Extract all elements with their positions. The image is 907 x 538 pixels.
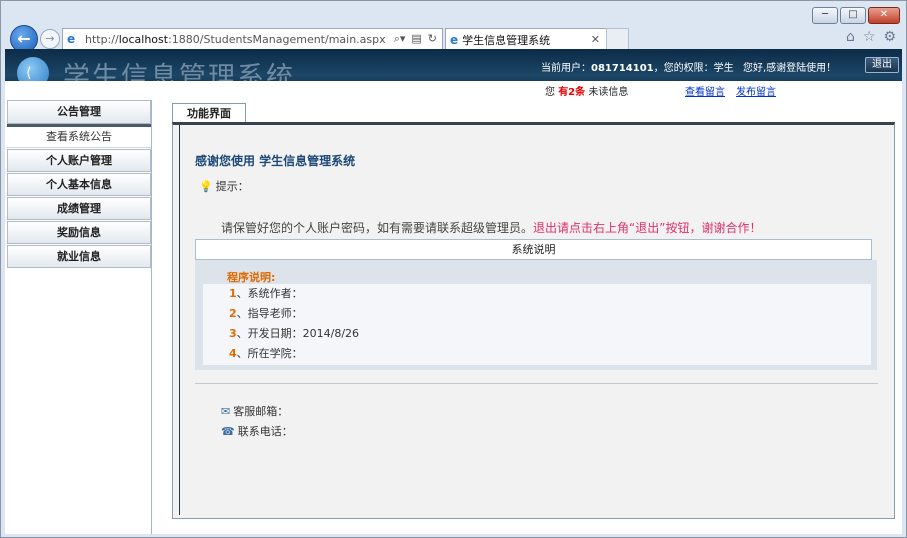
- list-item: 4、所在学院：: [203, 344, 871, 364]
- list-item: 2、指导老师：: [203, 304, 871, 324]
- address-bar[interactable]: e http://localhost:1880/StudentsManageme…: [62, 28, 443, 50]
- sidebar-item-announcements[interactable]: 公告管理: [7, 100, 151, 124]
- email-line: ✉ 客服邮箱：: [221, 403, 288, 419]
- notice-highlight: 退出请点击右上角“退出”按钮，谢谢合作！: [533, 221, 762, 235]
- main-panel: 感谢您使用 学生信息管理系统 💡 提示： 请保管好您的个人账户密码，如有需要请联系…: [172, 122, 895, 519]
- post-message-link[interactable]: 发布留言: [736, 83, 776, 98]
- browser-right-icons: ⌂ ☆ ⚙: [846, 29, 896, 45]
- program-info-box: 程序说明: 1、系统作者： 2、指导老师： 3、开发日期：2014/8/26 4…: [195, 260, 877, 370]
- search-icon[interactable]: ⌕▾: [394, 32, 406, 46]
- settings-gear-icon[interactable]: ⚙: [883, 29, 896, 45]
- list-item: 3、开发日期：2014/8/26: [203, 324, 871, 344]
- unread-info: 您 有2条 未读信息: [545, 83, 628, 98]
- url-prefix: http://: [85, 32, 119, 46]
- permission-text: ，您的权限：学生: [653, 63, 734, 74]
- current-user-info: 当前用户：081714101，您的权限：学生: [541, 59, 734, 74]
- minimize-button[interactable]: ─: [812, 7, 838, 24]
- ie-page-icon: e: [67, 32, 76, 46]
- email-label: 客服邮箱：: [233, 405, 289, 418]
- message-bar: 您 有2条 未读信息 查看留言 发布留言: [5, 81, 902, 99]
- unread-prefix: 您: [545, 87, 555, 98]
- lightbulb-icon: 💡: [199, 180, 213, 193]
- view-messages-link[interactable]: 查看留言: [685, 83, 725, 98]
- item-number: 2: [229, 307, 237, 320]
- phone-icon: ☎: [221, 425, 235, 438]
- url-text[interactable]: http://localhost:1880/StudentsManagement…: [85, 33, 394, 46]
- phone-line: ☎ 联系电话：: [221, 423, 293, 439]
- section-divider: [195, 383, 878, 384]
- sidebar: 公告管理 查看系统公告 个人账户管理 个人基本信息 成绩管理 奖励信息 就业信息: [7, 100, 152, 534]
- phone-label: 联系电话：: [237, 425, 293, 438]
- page-heading: 感谢您使用 学生信息管理系统: [195, 154, 356, 168]
- program-info-title: 程序说明:: [227, 271, 276, 284]
- program-info-list: 1、系统作者： 2、指导老师： 3、开发日期：2014/8/26 4、所在学院：: [203, 284, 871, 365]
- notice-plain: 请保管好您的个人账户密码，如有需要请联系超级管理员。: [221, 221, 534, 235]
- sidebar-subitem-view-announcements[interactable]: 查看系统公告: [7, 127, 151, 148]
- forward-arrow-icon[interactable]: →: [40, 29, 60, 49]
- refresh-icon[interactable]: ↻: [428, 32, 437, 46]
- maximize-button[interactable]: □: [840, 7, 866, 24]
- item-text: 、系统作者：: [236, 287, 303, 300]
- browser-window: ─ □ ✕ ← → e http://localhost:1880/Studen…: [0, 0, 907, 538]
- unread-suffix: 未读信息: [588, 87, 629, 98]
- sidebar-item-account[interactable]: 个人账户管理: [7, 149, 151, 172]
- new-tab-button[interactable]: [606, 28, 629, 49]
- logout-button[interactable]: 退出: [865, 57, 899, 73]
- ie-tab-icon: e: [450, 32, 459, 47]
- close-window-button[interactable]: ✕: [868, 7, 900, 24]
- tab-title: 学生信息管理系统: [462, 33, 551, 47]
- item-number: 1: [229, 287, 237, 300]
- mail-icon: ✉: [221, 405, 231, 418]
- window-controls: ─ □ ✕: [812, 7, 900, 24]
- item-text: 、指导老师：: [236, 307, 303, 320]
- web-page: ⟨ 学生信息管理系统 当前用户：081714101，您的权限：学生 您好,感谢登…: [5, 49, 902, 534]
- compat-view-icon[interactable]: ▤: [411, 32, 421, 46]
- current-user-label: 当前用户：: [541, 63, 591, 74]
- close-tab-icon[interactable]: ✕: [591, 33, 606, 46]
- tip-label: 提示：: [215, 180, 249, 193]
- panel-left-border: [179, 125, 180, 515]
- url-path: :1880/StudentsManagement/main.aspx: [168, 32, 386, 46]
- notice-text: 请保管好您的个人账户密码，如有需要请联系超级管理员。退出请点击右上角“退出”按钮…: [221, 219, 761, 236]
- sidebar-item-employment[interactable]: 就业信息: [7, 245, 151, 268]
- list-item: 1、系统作者：: [203, 284, 871, 304]
- url-host: localhost: [118, 32, 169, 46]
- browser-tab[interactable]: e 学生信息管理系统 ✕: [445, 28, 607, 50]
- unread-count: 有2条: [558, 87, 586, 98]
- welcome-text: 您好,感谢登陆使用！: [743, 63, 837, 74]
- tab-function-page[interactable]: 功能界面: [172, 103, 246, 123]
- sidebar-item-grades[interactable]: 成绩管理: [7, 197, 151, 220]
- item-text: 、开发日期：2014/8/26: [236, 327, 360, 340]
- tip-line: 💡 提示：: [199, 178, 249, 194]
- sidebar-item-basic-info[interactable]: 个人基本信息: [7, 173, 151, 196]
- item-number: 3: [229, 327, 237, 340]
- home-icon[interactable]: ⌂: [846, 29, 855, 45]
- system-description-header: 系统说明: [195, 239, 872, 260]
- current-user-id: 081714101: [591, 63, 654, 74]
- favorites-star-icon[interactable]: ☆: [863, 29, 876, 45]
- sidebar-item-awards[interactable]: 奖励信息: [7, 221, 151, 244]
- item-number: 4: [229, 347, 237, 360]
- item-text: 、所在学院：: [236, 347, 303, 360]
- address-tools: ⌕▾ ▤ ↻: [394, 32, 442, 46]
